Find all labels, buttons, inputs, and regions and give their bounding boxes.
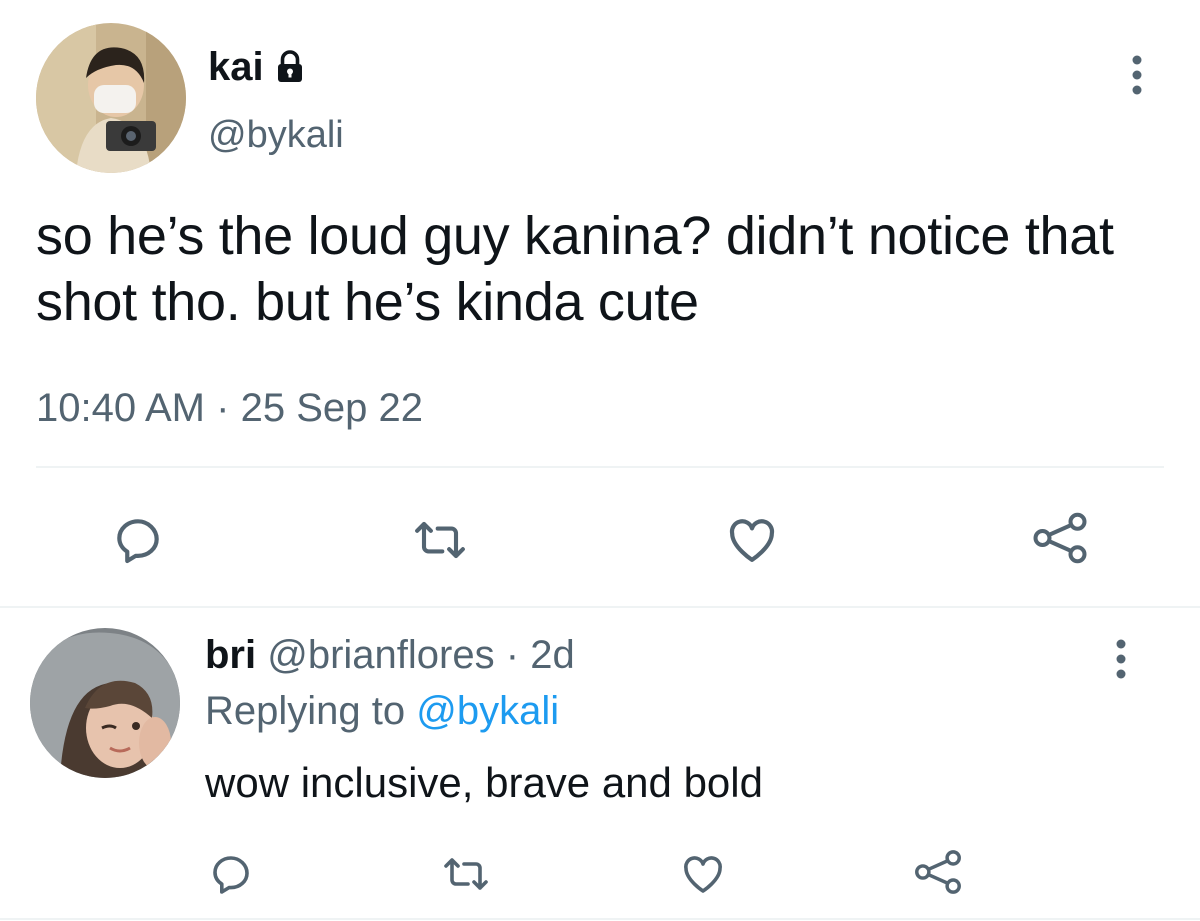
- tweet-age[interactable]: 2d: [530, 633, 575, 677]
- tweet-text: so he’s the loud guy kanina? didn’t noti…: [36, 206, 1114, 332]
- lock-icon: [272, 49, 308, 85]
- reply-text: wow inclusive, brave and bold: [205, 759, 763, 806]
- separator: ·: [505, 633, 520, 677]
- display-name[interactable]: bri: [205, 633, 256, 677]
- divider: [0, 918, 1200, 920]
- share-icon[interactable]: [1030, 508, 1090, 568]
- reply-icon[interactable]: [110, 512, 166, 568]
- avatar[interactable]: [30, 628, 180, 778]
- replying-to-label: Replying to: [205, 689, 406, 733]
- divider: [0, 606, 1200, 608]
- user-handle[interactable]: @brianflores: [267, 633, 494, 677]
- like-icon[interactable]: [678, 850, 728, 898]
- replying-to: Replying to @bykali: [205, 688, 559, 734]
- user-name-row: kai: [208, 42, 308, 92]
- user-handle[interactable]: @bykali: [208, 113, 344, 157]
- like-icon[interactable]: [723, 512, 781, 568]
- tweet-timestamp[interactable]: 10:40 AM · 25 Sep 22: [36, 385, 423, 431]
- avatar[interactable]: [36, 23, 186, 173]
- divider: [36, 466, 1164, 468]
- reply-header: bri @brianflores · 2d: [205, 632, 575, 678]
- more-vertical-icon[interactable]: [1104, 634, 1138, 684]
- share-icon[interactable]: [912, 846, 964, 898]
- display-name[interactable]: kai: [208, 44, 264, 90]
- retweet-icon[interactable]: [438, 850, 494, 898]
- reply-icon[interactable]: [207, 850, 255, 898]
- tweet-date: 25 Sep 22: [240, 386, 423, 430]
- separator: ·: [216, 386, 230, 430]
- more-vertical-icon[interactable]: [1120, 50, 1154, 100]
- replying-to-handle[interactable]: @bykali: [416, 689, 559, 733]
- retweet-icon[interactable]: [408, 512, 472, 568]
- tweet-time: 10:40 AM: [36, 386, 206, 430]
